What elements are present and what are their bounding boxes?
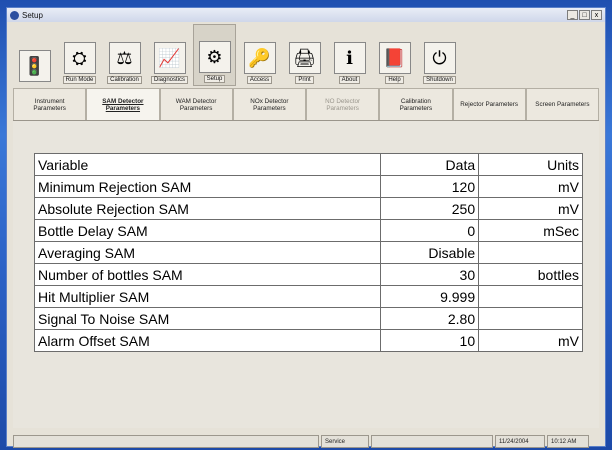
- status-mode: Service: [321, 435, 369, 448]
- variable-cell: Number of bottles SAM: [33, 263, 382, 286]
- tab-label: Instrument Parameters: [33, 97, 66, 112]
- units-cell: [478, 285, 583, 308]
- table-row[interactable]: Alarm Offset SAM 10 mV: [33, 329, 583, 352]
- minimize-button[interactable]: _: [567, 10, 578, 20]
- header-variable: Variable: [33, 153, 382, 176]
- toolbar-label-calibration: Calibration: [107, 76, 142, 84]
- run-mode-icon: ⛭: [63, 42, 96, 74]
- data-cell[interactable]: 250: [380, 197, 480, 220]
- toolbar-button-help[interactable]: 📕 Help: [373, 24, 416, 86]
- window-title: Setup: [22, 10, 43, 20]
- data-cell[interactable]: 10: [380, 329, 480, 352]
- units-cell: mV: [478, 175, 583, 198]
- tab-label: SAM Detector Parameters: [102, 97, 144, 112]
- toolbar-button-diagnostics[interactable]: 📈 Diagnostics: [148, 24, 191, 86]
- toolbar-label-diagnostics: Diagnostics: [150, 76, 188, 84]
- parameters-panel: Variable Data Units Minimum Rejection SA…: [13, 121, 599, 428]
- tab-3[interactable]: NOx Detector Parameters: [232, 88, 306, 120]
- tab-label: NOx Detector Parameters: [250, 97, 289, 112]
- toolbar-label-about: About: [338, 76, 361, 84]
- tab-label: NO Detector Parameters: [325, 97, 361, 112]
- data-cell[interactable]: Disable: [380, 241, 480, 264]
- setup-window: Setup _ □ x 🚦 ⛭ Run Mode ⚖ Calibration 📈 Diagn…: [6, 7, 606, 448]
- close-button[interactable]: x: [591, 10, 602, 20]
- tab-4: NO Detector Parameters: [306, 88, 380, 120]
- toolbar-button-print[interactable]: 🖨 Print: [283, 24, 326, 86]
- tab-label: Calibration Parameters: [399, 97, 433, 112]
- data-cell[interactable]: 0: [380, 219, 480, 242]
- toolbar-button-access[interactable]: 🔑 Access: [238, 24, 281, 86]
- data-cell[interactable]: 9.999: [380, 285, 480, 308]
- units-cell: mV: [478, 329, 583, 352]
- header-data: Data: [380, 153, 480, 176]
- status-time: 10:12 AM: [547, 435, 589, 448]
- toolbar-label-setup: Setup: [203, 75, 226, 83]
- app-icon: [10, 10, 19, 20]
- header-units: Units: [478, 153, 583, 176]
- shutdown-icon: ⏻: [423, 42, 456, 74]
- data-cell[interactable]: 2.80: [380, 307, 480, 330]
- tab-5[interactable]: Calibration Parameters: [379, 88, 453, 120]
- table-row[interactable]: Minimum Rejection SAM 120 mV: [33, 175, 583, 198]
- toolbar-button-traffic-light[interactable]: 🚦: [13, 24, 56, 86]
- toolbar-label-print: Print: [295, 76, 314, 84]
- toolbar-label-help: Help: [385, 76, 404, 84]
- variable-cell: Absolute Rejection SAM: [33, 197, 382, 220]
- toolbar-button-shutdown[interactable]: ⏻ Shutdown: [418, 24, 461, 86]
- tab-7[interactable]: Screen Parameters: [525, 88, 599, 120]
- toolbar: 🚦 ⛭ Run Mode ⚖ Calibration 📈 Diagnostics ⚙ Setup…: [7, 22, 605, 86]
- tab-label: WAM Detector Parameters: [175, 97, 217, 112]
- tab-2[interactable]: WAM Detector Parameters: [159, 88, 233, 120]
- tab-label: Rejector Parameters: [460, 101, 518, 108]
- setup-icon: ⚙: [198, 41, 231, 73]
- toolbar-button-setup[interactable]: ⚙ Setup: [193, 24, 236, 86]
- status-bar: Service 11/24/2004 10:12 AM: [13, 435, 599, 448]
- units-cell: bottles: [478, 263, 583, 286]
- toolbar-label-shutdown: Shutdown: [423, 76, 456, 84]
- table-row[interactable]: Number of bottles SAM 30 bottles: [33, 263, 583, 286]
- data-cell[interactable]: 120: [380, 175, 480, 198]
- variable-cell: Alarm Offset SAM: [33, 329, 382, 352]
- status-blank-mid: [371, 435, 493, 448]
- table-row[interactable]: Hit Multiplier SAM 9.999: [33, 285, 583, 308]
- toolbar-label-run-mode: Run Mode: [62, 76, 97, 84]
- variable-cell: Bottle Delay SAM: [33, 219, 382, 242]
- diagnostics-icon: 📈: [153, 42, 186, 74]
- units-cell: [478, 241, 583, 264]
- units-cell: mSec: [478, 219, 583, 242]
- table-row[interactable]: Averaging SAM Disable: [33, 241, 583, 264]
- units-cell: mV: [478, 197, 583, 220]
- variable-cell: Hit Multiplier SAM: [33, 285, 382, 308]
- table-row[interactable]: Signal To Noise SAM 2.80: [33, 307, 583, 330]
- table-header-row: Variable Data Units: [33, 153, 583, 176]
- tab-6[interactable]: Rejector Parameters: [452, 88, 526, 120]
- tab-strip: Instrument Parameters SAM Detector Parame…: [13, 88, 599, 121]
- status-date: 11/24/2004: [495, 435, 545, 448]
- help-book-icon: 📕: [378, 42, 411, 74]
- printer-icon: 🖨: [288, 42, 321, 74]
- units-cell: [478, 307, 583, 330]
- toolbar-button-run-mode[interactable]: ⛭ Run Mode: [58, 24, 101, 86]
- parameters-table: Variable Data Units Minimum Rejection SA…: [33, 153, 583, 352]
- variable-cell: Minimum Rejection SAM: [33, 175, 382, 198]
- tab-0[interactable]: Instrument Parameters: [13, 88, 87, 120]
- table-row[interactable]: Bottle Delay SAM 0 mSec: [33, 219, 583, 242]
- tab-1[interactable]: SAM Detector Parameters: [86, 88, 160, 120]
- tab-label: Screen Parameters: [535, 101, 590, 108]
- traffic-light-icon: 🚦: [18, 50, 51, 82]
- toolbar-button-calibration[interactable]: ⚖ Calibration: [103, 24, 146, 86]
- title-bar: Setup _ □ x: [7, 8, 605, 22]
- key-icon: 🔑: [243, 42, 276, 74]
- maximize-button[interactable]: □: [579, 10, 590, 20]
- variable-cell: Averaging SAM: [33, 241, 382, 264]
- toolbar-label-access: Access: [246, 76, 273, 84]
- table-row[interactable]: Absolute Rejection SAM 250 mV: [33, 197, 583, 220]
- variable-cell: Signal To Noise SAM: [33, 307, 382, 330]
- calibration-icon: ⚖: [108, 42, 141, 74]
- data-cell[interactable]: 30: [380, 263, 480, 286]
- toolbar-button-about[interactable]: ℹ About: [328, 24, 371, 86]
- about-icon: ℹ: [333, 42, 366, 74]
- status-blank-left: [13, 435, 319, 448]
